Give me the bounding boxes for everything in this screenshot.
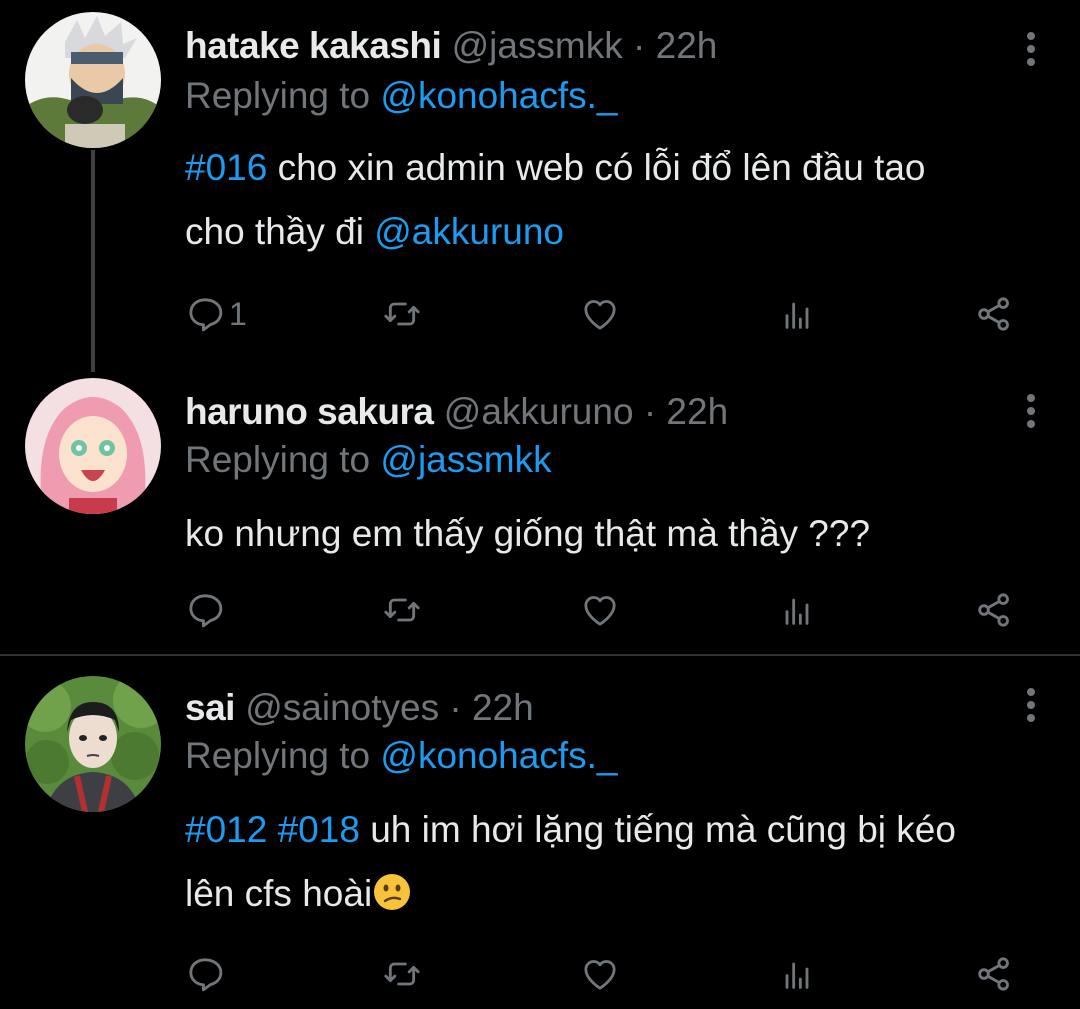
hashtag[interactable]: #016 [185, 147, 267, 188]
replying-to: Replying to @jassmkk [185, 438, 552, 482]
replying-prefix: Replying to [185, 439, 371, 480]
speech-bubble-icon [185, 590, 225, 630]
tweet-header: haruno sakura @akkuruno · 22h [185, 390, 728, 434]
hashtags[interactable]: #012 #018 [185, 809, 360, 850]
heart-icon [580, 954, 620, 994]
retweet-button[interactable] [382, 952, 422, 996]
bar-chart-icon [777, 294, 817, 334]
share-button[interactable] [974, 292, 1014, 336]
like-button[interactable] [580, 952, 620, 996]
tweet-2[interactable]: haruno sakura @akkuruno · 22h Replying t… [0, 370, 1080, 652]
avatar-kakashi[interactable] [25, 12, 161, 148]
speech-bubble-icon [185, 954, 225, 994]
retweet-icon [382, 590, 422, 630]
analytics-button[interactable] [777, 292, 817, 336]
tweet-time[interactable]: · 22h [644, 391, 728, 432]
share-button[interactable] [974, 588, 1014, 632]
analytics-button[interactable] [777, 588, 817, 632]
tweet-1[interactable]: hatake kakashi @jassmkk · 22h Replying t… [0, 0, 1080, 372]
avatar-sakura[interactable] [25, 378, 161, 514]
tweet-text: #016 cho xin admin web có lỗi đổ lên đầu… [185, 136, 1055, 264]
more-vertical-icon[interactable] [1024, 394, 1038, 433]
share-icon [974, 954, 1014, 994]
reply-count: 1 [229, 295, 247, 332]
author-handle[interactable]: @jassmkk [452, 25, 623, 66]
reply-button[interactable] [185, 588, 225, 632]
mention[interactable]: @akkuruno [374, 211, 564, 252]
tweet-text: #012 #018 uh im hơi lặng tiếng mà cũng b… [185, 798, 1055, 926]
tweet-text-line: cho thầy đi [185, 211, 364, 252]
tweet-actions [185, 952, 1025, 996]
analytics-button[interactable] [777, 952, 817, 996]
tweet-time[interactable]: · 22h [633, 25, 717, 66]
tweet-3[interactable]: sai @sainotyes · 22h Replying to @konoha… [0, 656, 1080, 1009]
author-name[interactable]: haruno sakura [185, 391, 434, 432]
replying-mention[interactable]: @konohacfs._ [380, 735, 617, 776]
tweet-text-line: lên cfs hoài [185, 873, 373, 914]
bar-chart-icon [777, 590, 817, 630]
author-handle[interactable]: @sainotyes [245, 687, 439, 728]
heart-icon [580, 294, 620, 334]
reply-button[interactable] [185, 952, 225, 996]
more-vertical-icon[interactable] [1024, 32, 1038, 71]
retweet-button[interactable] [382, 292, 422, 336]
share-button[interactable] [974, 952, 1014, 996]
confused-face-emoji [374, 874, 411, 910]
author-handle[interactable]: @akkuruno [444, 391, 634, 432]
like-button[interactable] [580, 292, 620, 336]
retweet-button[interactable] [382, 588, 422, 632]
thread-line [91, 150, 95, 372]
speech-bubble-icon [185, 294, 225, 334]
more-vertical-icon[interactable] [1024, 688, 1038, 727]
retweet-icon [382, 294, 422, 334]
tweet-text-line: ko nhưng em thấy giống thật mà thầy ??? [185, 513, 871, 554]
reply-button[interactable]: 1 [185, 292, 247, 336]
tweet-header: sai @sainotyes · 22h [185, 686, 534, 730]
share-icon [974, 590, 1014, 630]
avatar-sai[interactable] [25, 676, 161, 812]
tweet-text-line: cho xin admin web có lỗi đổ lên đầu tao [277, 147, 926, 188]
replying-to: Replying to @konohacfs._ [185, 74, 617, 118]
tweet-actions [185, 588, 1025, 632]
author-name[interactable]: sai [185, 687, 235, 728]
tweet-text-line: uh im hơi lặng tiếng mà cũng bị kéo [370, 809, 956, 850]
replying-prefix: Replying to [185, 735, 371, 776]
tweet-actions: 1 [185, 292, 1025, 336]
tweet-time[interactable]: · 22h [449, 687, 533, 728]
share-icon [974, 294, 1014, 334]
author-name[interactable]: hatake kakashi [185, 25, 442, 66]
replying-prefix: Replying to [185, 75, 371, 116]
replying-to: Replying to @konohacfs._ [185, 734, 617, 778]
retweet-icon [382, 954, 422, 994]
tweet-header: hatake kakashi @jassmkk · 22h [185, 24, 717, 68]
tweet-text: ko nhưng em thấy giống thật mà thầy ??? [185, 502, 1055, 566]
replying-mention[interactable]: @konohacfs._ [380, 75, 617, 116]
replying-mention[interactable]: @jassmkk [380, 439, 551, 480]
bar-chart-icon [777, 954, 817, 994]
heart-icon [580, 590, 620, 630]
like-button[interactable] [580, 588, 620, 632]
